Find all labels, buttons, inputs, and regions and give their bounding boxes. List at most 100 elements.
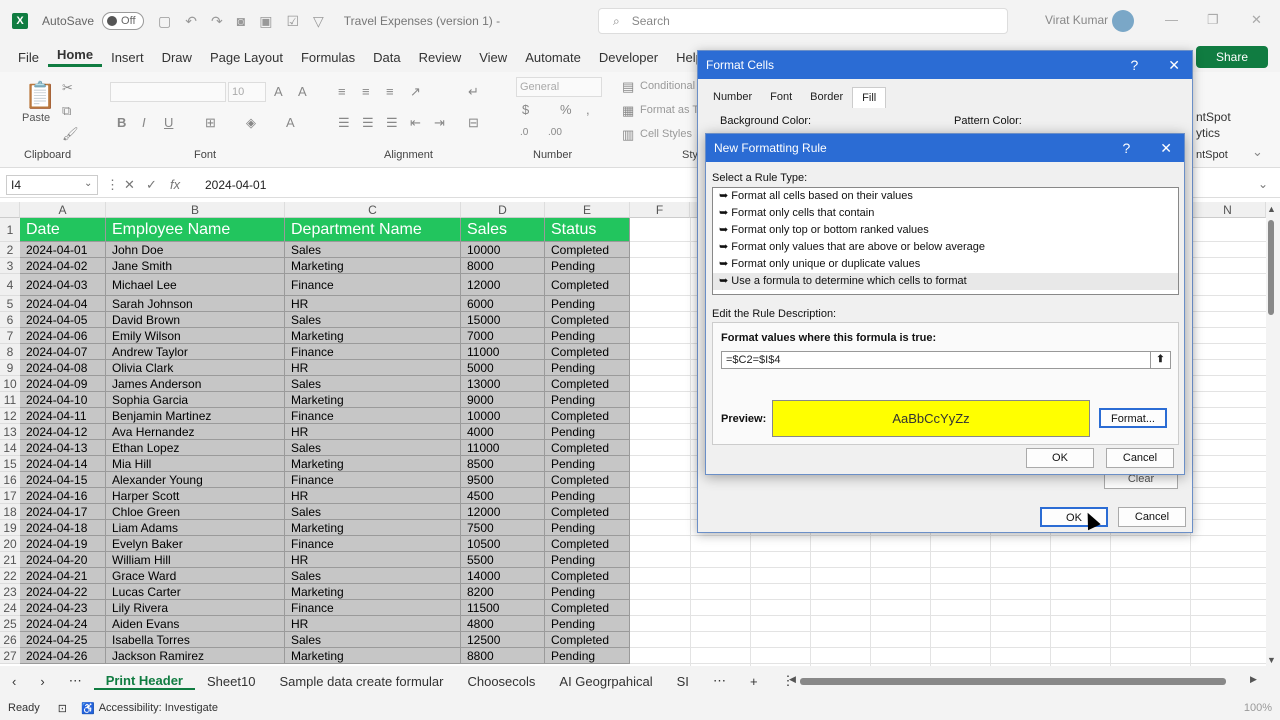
table-cell[interactable]: Finance [285, 344, 461, 360]
table-cell[interactable]: Completed [545, 344, 630, 360]
table-cell[interactable]: 2024-04-26 [20, 648, 106, 664]
row-header[interactable]: 10 [0, 376, 20, 392]
add-sheet-icon[interactable]: + [738, 674, 770, 689]
header-cell-c[interactable]: Department Name [285, 218, 461, 242]
menu-developer[interactable]: Developer [590, 50, 667, 65]
row-header[interactable]: 7 [0, 328, 20, 344]
table-cell[interactable]: 2024-04-05 [20, 312, 106, 328]
close-icon[interactable]: ✕ [1168, 57, 1180, 73]
table-cell[interactable]: 6000 [461, 296, 545, 312]
row-header[interactable]: 6 [0, 312, 20, 328]
table-cell[interactable]: 15000 [461, 312, 545, 328]
menu-page-layout[interactable]: Page Layout [201, 50, 292, 65]
row-header[interactable]: 20 [0, 536, 20, 552]
filter-icon[interactable]: ▽ [313, 13, 324, 30]
close-icon[interactable]: ✕ [1160, 140, 1172, 156]
table-cell[interactable]: Pending [545, 584, 630, 600]
font-name-select[interactable] [110, 82, 226, 102]
table-cell[interactable]: Completed [545, 632, 630, 648]
table-cell[interactable]: 8200 [461, 584, 545, 600]
tab-ai-geographical[interactable]: AI Geogrpahical [547, 674, 664, 689]
increase-indent-icon[interactable]: ⇥ [434, 115, 445, 131]
table-cell[interactable]: 2024-04-09 [20, 376, 106, 392]
table-cell[interactable]: Finance [285, 600, 461, 616]
row-header[interactable]: 4 [0, 274, 20, 296]
row-header[interactable]: 21 [0, 552, 20, 568]
table-cell[interactable]: 5500 [461, 552, 545, 568]
header-cell-d[interactable]: Sales [461, 218, 545, 242]
tab-font[interactable]: Font [761, 87, 801, 108]
rule-item-use-formula[interactable]: ➥ Use a formula to determine which cells… [713, 273, 1178, 290]
help-icon[interactable]: ? [1130, 57, 1138, 73]
rule-item-above-below[interactable]: ➥ Format only values that are above or b… [713, 239, 1178, 256]
table-cell[interactable]: Completed [545, 568, 630, 584]
table-cell[interactable]: Completed [545, 376, 630, 392]
menu-insert[interactable]: Insert [102, 50, 153, 65]
table-cell[interactable]: 2024-04-12 [20, 424, 106, 440]
table-cell[interactable]: Marketing [285, 584, 461, 600]
row-header[interactable]: 3 [0, 258, 20, 274]
align-middle-icon[interactable]: ≡ [362, 84, 370, 99]
table-cell[interactable]: 2024-04-02 [20, 258, 106, 274]
tab-number[interactable]: Number [704, 87, 761, 108]
avatar[interactable] [1112, 10, 1134, 32]
align-right-icon[interactable]: ☰ [386, 115, 398, 131]
table-cell[interactable]: Marketing [285, 648, 461, 664]
menu-draw[interactable]: Draw [153, 50, 201, 65]
table-cell[interactable]: Jackson Ramirez [106, 648, 285, 664]
table-cell[interactable]: 10000 [461, 408, 545, 424]
search-box[interactable]: ⌕ Search [598, 8, 1008, 34]
table-cell[interactable]: 12000 [461, 504, 545, 520]
collapse-dialog-icon[interactable]: ⬆ [1150, 352, 1170, 368]
table-cell[interactable]: Marketing [285, 392, 461, 408]
align-top-icon[interactable]: ≡ [338, 84, 346, 99]
table-cell[interactable]: 5000 [461, 360, 545, 376]
table-cell[interactable]: 10500 [461, 536, 545, 552]
table-cell[interactable]: Marketing [285, 456, 461, 472]
table-cell[interactable]: Pending [545, 360, 630, 376]
table-cell[interactable]: 2024-04-18 [20, 520, 106, 536]
row-header[interactable]: 19 [0, 520, 20, 536]
cut-icon[interactable]: ✂ [62, 80, 73, 96]
table-cell[interactable]: 10000 [461, 242, 545, 258]
table-cell[interactable]: 9000 [461, 392, 545, 408]
insert-function-icon[interactable]: fx [170, 177, 180, 192]
table-cell[interactable]: Completed [545, 312, 630, 328]
tab-sheet10[interactable]: Sheet10 [195, 674, 267, 689]
row-header[interactable]: 9 [0, 360, 20, 376]
table-cell[interactable]: 2024-04-03 [20, 274, 106, 296]
table-cell[interactable]: Isabella Torres [106, 632, 285, 648]
rule-item-all-cells[interactable]: ➥ Format all cells based on their values [713, 188, 1178, 205]
table-cell[interactable]: Marketing [285, 520, 461, 536]
column-header-a[interactable]: A [20, 202, 106, 218]
row-header[interactable]: 27 [0, 648, 20, 664]
tab-fill[interactable]: Fill [852, 87, 887, 108]
row-header[interactable]: 5 [0, 296, 20, 312]
table-cell[interactable]: Chloe Green [106, 504, 285, 520]
tab-more-right-icon[interactable]: ⋯ [701, 673, 738, 689]
table-cell[interactable]: 4800 [461, 616, 545, 632]
column-header-c[interactable]: C [285, 202, 461, 218]
table-cell[interactable]: Pending [545, 258, 630, 274]
minimize-icon[interactable]: — [1165, 12, 1178, 27]
table-cell[interactable]: 9500 [461, 472, 545, 488]
rule-item-top-bottom[interactable]: ➥ Format only top or bottom ranked value… [713, 222, 1178, 239]
table-cell[interactable]: 2024-04-01 [20, 242, 106, 258]
column-header-e[interactable]: E [545, 202, 630, 218]
camera-icon[interactable]: ◙ [237, 13, 245, 30]
table-cell[interactable]: Mia Hill [106, 456, 285, 472]
table-cell[interactable]: Ethan Lopez [106, 440, 285, 456]
scroll-up-icon[interactable]: ▲ [1267, 204, 1276, 214]
scroll-right-icon[interactable]: ▶ [1250, 674, 1257, 685]
help-icon[interactable]: ? [1122, 140, 1130, 156]
row-header[interactable]: 2 [0, 242, 20, 258]
autosave-toggle[interactable]: Off [102, 12, 145, 30]
name-box-dropdown-icon[interactable]: ⌄ [84, 178, 92, 189]
header-cell-b[interactable]: Employee Name [106, 218, 285, 242]
table-cell[interactable]: 7000 [461, 328, 545, 344]
table-cell[interactable]: Pending [545, 424, 630, 440]
hubspot-label-1[interactable]: ntSpot [1196, 110, 1231, 124]
table-cell[interactable]: Pending [545, 616, 630, 632]
row-header[interactable]: 11 [0, 392, 20, 408]
tab-more-icon[interactable]: ⋯ [57, 673, 94, 689]
